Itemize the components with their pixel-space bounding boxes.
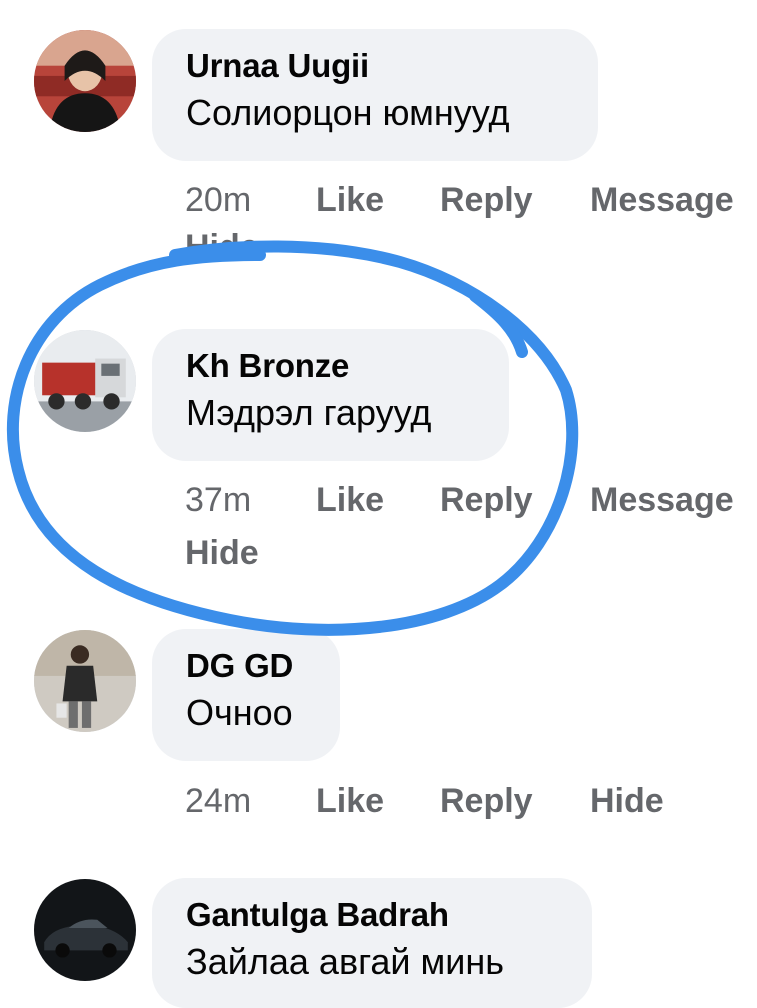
like-button[interactable]: Like (316, 781, 384, 821)
comment-author[interactable]: Kh Bronze (186, 347, 475, 385)
person-avatar-icon (34, 30, 136, 132)
comment-author[interactable]: Gantulga Badrah (186, 896, 558, 934)
like-button[interactable]: Like (316, 180, 384, 220)
hide-button[interactable]: Hide (185, 227, 259, 267)
comment-bubble: Urnaa Uugii Солиорцон юмнууд (152, 29, 598, 161)
hide-button[interactable]: Hide (185, 533, 259, 573)
comment-author[interactable]: Urnaa Uugii (186, 47, 564, 85)
comment-bubble: Gantulga Badrah Зайлаа авгай минь (152, 878, 592, 1008)
avatar-gantulga-badrah[interactable] (34, 879, 136, 981)
comment-bubble: Kh Bronze Мэдрэл гарууд (152, 329, 509, 461)
car-avatar-icon (34, 879, 136, 981)
comment-author[interactable]: DG GD (186, 647, 306, 685)
hide-button[interactable]: Hide (590, 781, 664, 821)
person-standing-avatar-icon (34, 630, 136, 732)
comment-time[interactable]: 37m (185, 480, 251, 520)
comment-text: Очноо (186, 692, 293, 733)
avatar-dg-gd[interactable] (34, 630, 136, 732)
comment-text: Зайлаа авгай минь (186, 941, 505, 982)
avatar-urnaa-uugii[interactable] (34, 30, 136, 132)
like-button[interactable]: Like (316, 480, 384, 520)
comment-time[interactable]: 24m (185, 781, 251, 821)
avatar-kh-bronze[interactable] (34, 330, 136, 432)
comment-time[interactable]: 20m (185, 180, 251, 220)
truck-avatar-icon (34, 330, 136, 432)
reply-button[interactable]: Reply (440, 480, 533, 520)
comment-text: Солиорцон юмнууд (186, 92, 510, 133)
message-button[interactable]: Message (590, 180, 734, 220)
message-button[interactable]: Message (590, 480, 734, 520)
comment-text: Мэдрэл гарууд (186, 392, 432, 433)
reply-button[interactable]: Reply (440, 180, 533, 220)
comment-bubble: DG GD Очноо (152, 629, 340, 761)
reply-button[interactable]: Reply (440, 781, 533, 821)
